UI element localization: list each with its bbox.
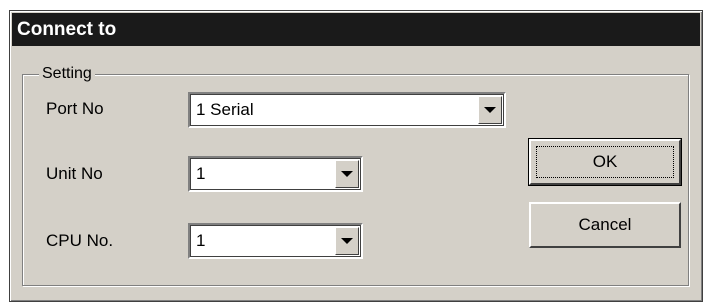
cpu-no-dropdown-button[interactable] (335, 227, 359, 255)
unit-no-value: 1 (196, 164, 206, 183)
unit-no-dropdown-button[interactable] (335, 160, 359, 188)
cancel-button-label: Cancel (578, 215, 632, 234)
unit-no-select[interactable]: 1 (188, 156, 363, 192)
dialog-title: Connect to (12, 13, 700, 46)
ok-button-label: OK (592, 152, 618, 171)
port-no-select[interactable]: 1 Serial (188, 92, 506, 128)
unit-no-label: Unit No (46, 164, 103, 183)
cpu-no-select[interactable]: 1 (188, 223, 363, 259)
port-no-dropdown-button[interactable] (478, 96, 502, 124)
cpu-no-value: 1 (196, 231, 206, 250)
cpu-no-label: CPU No. (46, 231, 114, 250)
port-no-label: Port No (46, 99, 104, 118)
chevron-down-icon (341, 171, 353, 177)
setting-group-legend: Setting (39, 64, 95, 84)
cancel-button[interactable]: Cancel (529, 202, 681, 248)
port-no-value: 1 Serial (196, 100, 254, 119)
chevron-down-icon (484, 107, 496, 113)
chevron-down-icon (341, 238, 353, 244)
ok-button[interactable]: OK (528, 138, 682, 186)
